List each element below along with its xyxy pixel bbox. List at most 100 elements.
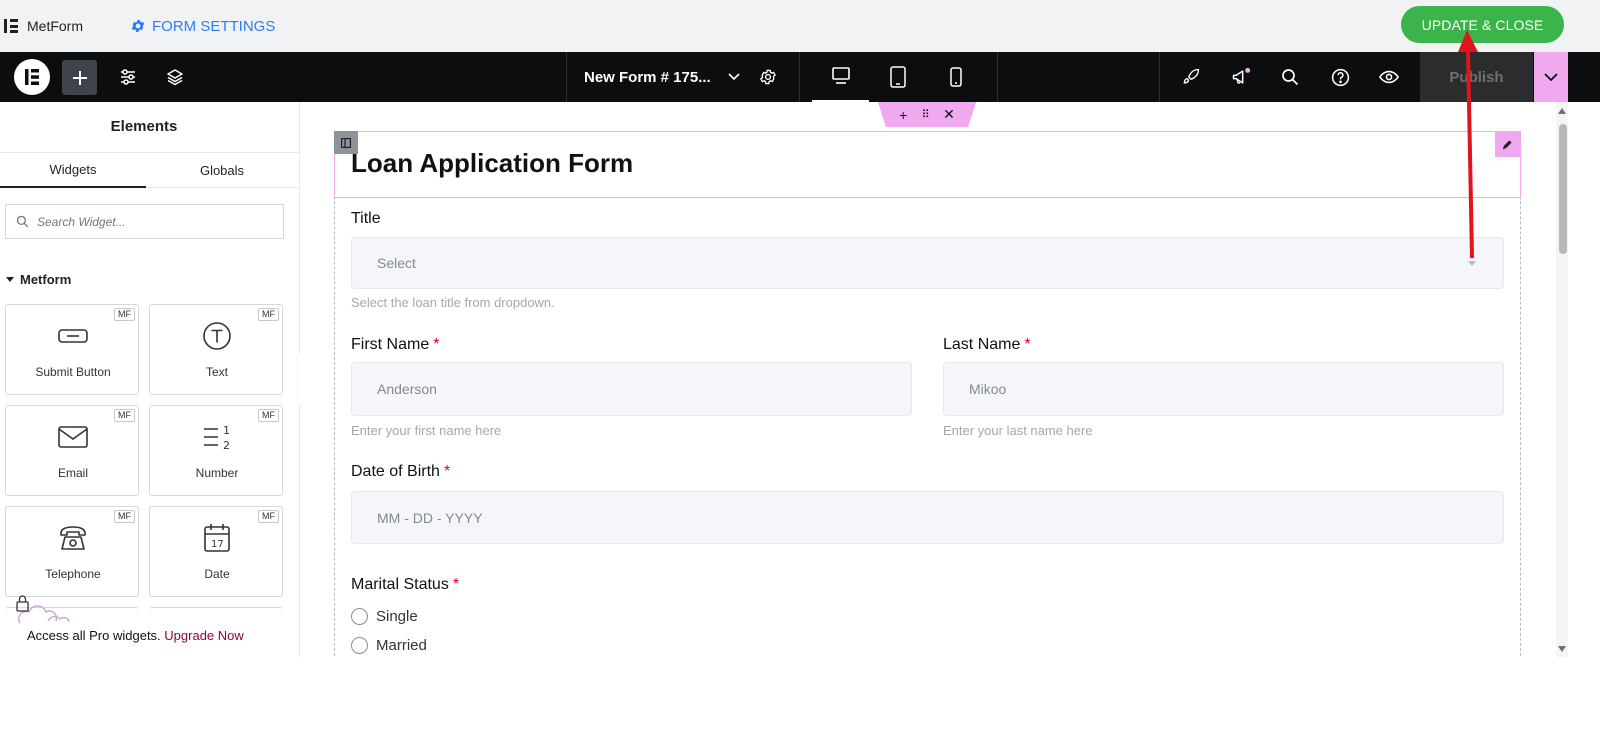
document-title: New Form # 175... [584, 68, 711, 86]
upgrade-text: Access all Pro widgets. Upgrade Now [27, 628, 244, 643]
elementor-logo-icon [13, 59, 50, 95]
last-name-input[interactable]: Mikoo [943, 362, 1504, 416]
search-placeholder: Search Widget... [37, 214, 126, 229]
widget-label: Text [205, 365, 228, 379]
tablet-icon [890, 66, 906, 88]
launchpad-button[interactable] [1175, 52, 1207, 102]
last-name-placeholder: Mikoo [969, 381, 1007, 397]
widget-label: Number [195, 466, 239, 480]
search-icon [16, 215, 29, 228]
dob-input[interactable]: MM - DD - YYYY [351, 491, 1504, 544]
last-name-help: Enter your last name here [943, 423, 1093, 438]
page-settings-gear-icon [759, 69, 777, 85]
required-marker: * [433, 336, 440, 353]
title-select[interactable]: Select [351, 237, 1504, 289]
radio-circle[interactable] [351, 608, 368, 625]
elements-panel: Elements Widgets Globals Search Widget..… [0, 102, 300, 657]
editor-canvas: + ⠿ ✕ Loan Application Form Title Select… [300, 102, 1556, 657]
delete-section-icon[interactable]: ✕ [943, 106, 955, 123]
first-name-label: First Name * [351, 336, 439, 354]
metform-brand[interactable]: MetForm [4, 15, 83, 37]
widget-date[interactable]: MF 17 Date [149, 506, 283, 597]
number-list-icon: 12 [204, 424, 230, 452]
scroll-up-arrow-icon[interactable] [1558, 108, 1566, 114]
first-name-input[interactable]: Anderson [351, 362, 912, 416]
publish-options-button[interactable] [1534, 52, 1568, 102]
required-marker: * [1024, 336, 1031, 353]
title-label-text: Title [351, 210, 381, 227]
chevron-down-icon [1544, 72, 1558, 81]
first-name-placeholder: Anderson [377, 381, 437, 397]
text-icon [203, 322, 231, 350]
category-label: Metform [20, 272, 72, 287]
tablet-view-button[interactable] [878, 52, 918, 102]
megaphone-icon [1232, 67, 1251, 84]
widget-label: Telephone [45, 567, 101, 581]
widget-number[interactable]: MF 12 Number [149, 405, 283, 496]
elementor-menu-button[interactable] [13, 52, 50, 102]
lock-cloud-icon [16, 595, 70, 624]
scrollbar-thumb[interactable] [1559, 124, 1567, 254]
form-title: Loan Application Form [351, 148, 634, 178]
required-marker: * [452, 576, 460, 593]
page-settings-button[interactable] [752, 52, 784, 102]
drag-handle-icon[interactable]: ⠿ [922, 108, 930, 121]
help-button[interactable] [1324, 52, 1356, 102]
calendar-icon: 17 [204, 524, 230, 552]
radio-married[interactable]: Married [351, 637, 427, 654]
radio-circle[interactable] [351, 637, 368, 654]
required-marker: * [443, 463, 451, 480]
caret-down-icon [6, 276, 14, 282]
upgrade-now-link[interactable]: Upgrade Now [164, 628, 244, 643]
widget-submit-button[interactable]: MF Submit Button [5, 304, 139, 395]
form-settings-link[interactable]: FORM SETTINGS [130, 15, 275, 37]
telephone-icon [60, 526, 86, 550]
last-name-label: Last Name * [943, 336, 1031, 354]
add-section-icon[interactable]: + [899, 107, 907, 123]
category-metform[interactable]: Metform [6, 272, 71, 287]
metform-top-bar: MetForm FORM SETTINGS UPDATE & CLOSE [0, 0, 1600, 52]
search-widget-input[interactable]: Search Widget... [5, 204, 284, 239]
edit-widget-handle[interactable] [1495, 131, 1520, 157]
mobile-view-button[interactable] [937, 52, 975, 102]
first-name-help: Enter your first name here [351, 423, 502, 438]
structure-button[interactable] [160, 52, 190, 102]
preview-button[interactable] [1372, 52, 1406, 102]
desktop-icon [831, 67, 850, 84]
tab-globals[interactable]: Globals [149, 153, 295, 188]
search-button[interactable] [1274, 52, 1306, 102]
help-icon [1331, 68, 1349, 86]
widget-label: Submit Button [35, 365, 111, 379]
scroll-down-arrow-icon[interactable] [1558, 646, 1566, 652]
radio-single[interactable]: Single [351, 608, 418, 625]
site-settings-button[interactable] [112, 52, 144, 102]
chevron-down-icon [728, 73, 740, 81]
pencil-icon [1502, 139, 1512, 149]
last-name-label-text: Last Name [943, 336, 1021, 353]
gear-icon [131, 20, 145, 32]
svg-text:17: 17 [211, 539, 224, 550]
add-element-button[interactable] [62, 60, 97, 95]
first-name-label-text: First Name [351, 336, 430, 353]
form-settings-label: FORM SETTINGS [152, 17, 276, 35]
caret-down-icon [1468, 261, 1476, 266]
title-help: Select the loan title from dropdown. [351, 295, 555, 310]
brand-label: MetForm [27, 18, 83, 34]
publish-button[interactable]: Publish [1420, 52, 1533, 102]
tab-widgets[interactable]: Widgets [0, 153, 146, 188]
notifications-button[interactable] [1224, 52, 1258, 102]
widget-telephone[interactable]: MF Telephone [5, 506, 139, 597]
update-close-button[interactable]: UPDATE & CLOSE [1401, 6, 1564, 43]
svg-text:2: 2 [223, 439, 230, 452]
canvas-scrollbar[interactable] [1556, 102, 1568, 657]
columns-icon [341, 137, 351, 148]
preview-eye-icon [1379, 70, 1399, 84]
desktop-view-button[interactable] [812, 52, 869, 102]
widget-label: Date [204, 567, 230, 581]
marital-status-label-text: Marital Status [351, 576, 449, 593]
widget-text[interactable]: MF Text [149, 304, 283, 395]
button-icon [58, 329, 88, 343]
widget-email[interactable]: MF Email [5, 405, 139, 496]
section-handle[interactable]: + ⠿ ✕ [878, 102, 976, 127]
document-title-dropdown[interactable]: New Form # 175... [566, 52, 744, 102]
